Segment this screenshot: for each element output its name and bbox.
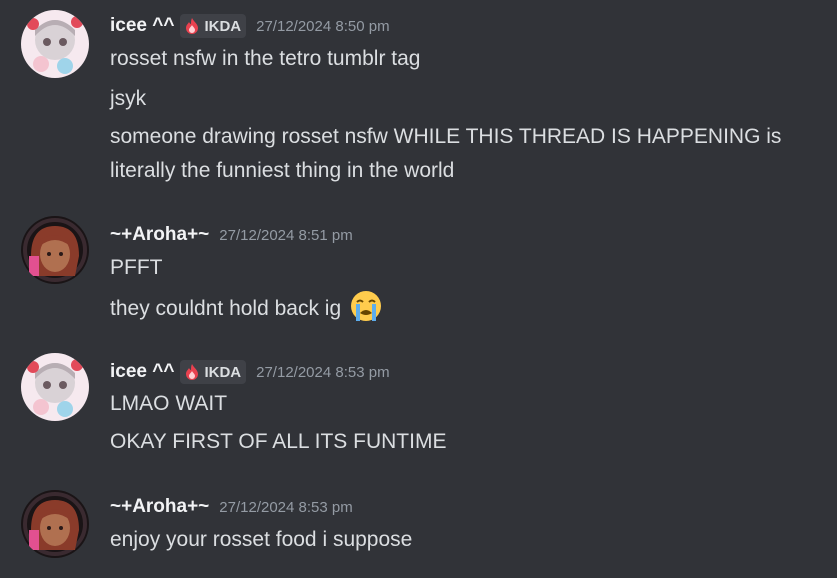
message-text-with-emoji: they couldnt hold back ig <box>110 289 383 326</box>
message-header: ~+Aroha+~ 27/12/2024 8:51 pm <box>110 224 353 246</box>
timestamp: 27/12/2024 8:53 pm <box>256 363 390 381</box>
username[interactable]: ~+Aroha+~ <box>110 224 209 246</box>
message-text: PFFT <box>110 256 163 279</box>
username[interactable]: icee ^^ <box>110 361 174 383</box>
avatar-icee-icon <box>21 10 89 78</box>
message-text: they couldnt hold back ig <box>110 297 342 320</box>
timestamp: 27/12/2024 8:50 pm <box>256 17 390 35</box>
message-header: icee ^^ IKDA 27/12/2024 8:50 pm <box>110 14 390 38</box>
message-text: rosset nsfw in the tetro tumblr tag <box>110 47 421 70</box>
message-header: ~+Aroha+~ 27/12/2024 8:53 pm <box>110 496 353 518</box>
flame-icon <box>186 364 199 380</box>
message-text: OKAY FIRST OF ALL ITS FUNTIME <box>110 430 447 453</box>
loudly-crying-emoji[interactable] <box>349 289 383 323</box>
chat-messages: icee ^^ IKDA 27/12/2024 8:50 pm rosset n… <box>0 0 837 578</box>
username[interactable]: icee ^^ <box>110 15 174 37</box>
avatar-icee[interactable] <box>21 10 89 78</box>
guild-tag-label: IKDA <box>204 363 242 381</box>
flame-icon <box>186 18 199 34</box>
avatar-aroha[interactable] <box>21 490 89 558</box>
guild-tag-label: IKDA <box>204 17 242 35</box>
avatar-icee-icon <box>21 353 89 421</box>
avatar-icee[interactable] <box>21 353 89 421</box>
avatar-aroha-icon <box>21 490 89 558</box>
guild-tag[interactable]: IKDA <box>180 14 247 38</box>
username[interactable]: ~+Aroha+~ <box>110 496 209 518</box>
timestamp: 27/12/2024 8:51 pm <box>219 226 353 244</box>
timestamp: 27/12/2024 8:53 pm <box>219 498 353 516</box>
message-text: LMAO WAIT <box>110 392 228 415</box>
message-text: enjoy your rosset food i suppose <box>110 528 413 551</box>
avatar-aroha-icon <box>21 216 89 284</box>
guild-tag[interactable]: IKDA <box>180 360 247 384</box>
message-header: icee ^^ IKDA 27/12/2024 8:53 pm <box>110 360 390 384</box>
message-text: someone drawing rosset nsfw WHILE THIS T… <box>110 125 782 182</box>
message-text: jsyk <box>110 87 147 110</box>
avatar-aroha[interactable] <box>21 216 89 284</box>
